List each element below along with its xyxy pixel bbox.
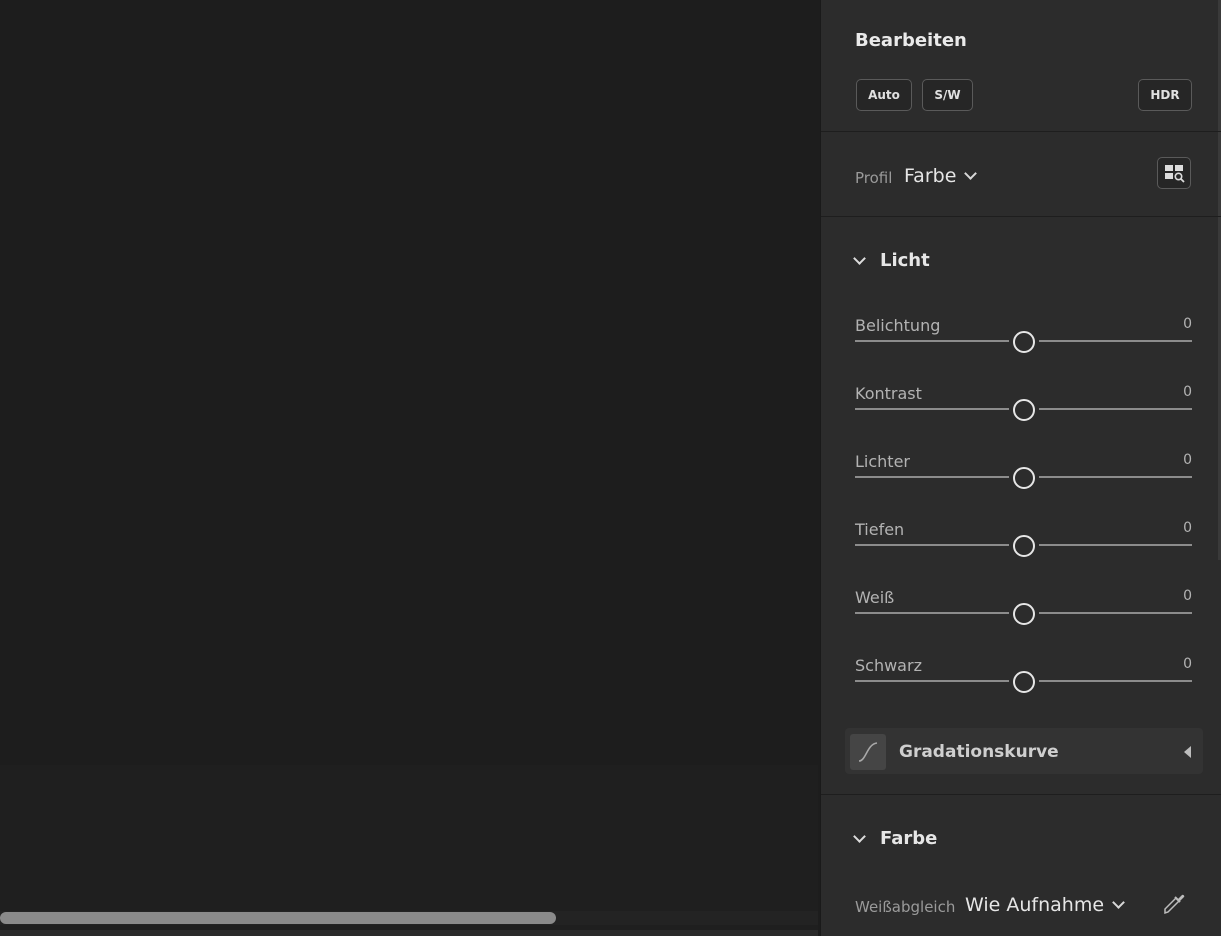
horizontal-scrollbar-thumb[interactable] <box>0 912 556 924</box>
eyedropper-icon[interactable] <box>1159 888 1189 918</box>
profile-dropdown[interactable]: Farbe <box>904 165 978 187</box>
slider-thumb[interactable] <box>1012 399 1035 421</box>
slider-label: Schwarz <box>855 656 922 675</box>
grid-search-icon <box>1165 165 1185 183</box>
tone-curve-label: Gradationskurve <box>899 742 1059 762</box>
auto-button[interactable]: Auto <box>856 79 912 111</box>
slider-value[interactable]: 0 <box>1183 316 1192 332</box>
slider-schwarz[interactable]: Schwarz 0 <box>855 656 1192 706</box>
color-section-title: Farbe <box>880 828 938 849</box>
slider-thumb[interactable] <box>1012 467 1035 489</box>
light-section <box>821 217 1221 795</box>
app-window: Bearbeiten Auto S/W HDR Profil Farbe Lic… <box>0 0 1221 936</box>
panel-title: Bearbeiten <box>855 30 967 51</box>
slider-thumb[interactable] <box>1012 331 1035 353</box>
slider-thumb[interactable] <box>1012 603 1035 625</box>
profile-browser-button[interactable] <box>1157 157 1191 189</box>
white-balance-dropdown[interactable]: Wie Aufnahme <box>965 894 1125 916</box>
slider-lichter[interactable]: Lichter 0 <box>855 452 1192 502</box>
slider-thumb[interactable] <box>1012 535 1035 557</box>
chevron-down-icon <box>964 167 978 180</box>
chevron-down-icon <box>1112 896 1125 909</box>
color-section-header[interactable]: Farbe <box>853 828 938 849</box>
slider-label: Tiefen <box>855 520 905 539</box>
slider-value[interactable]: 0 <box>1183 384 1192 400</box>
edit-header-section: Bearbeiten Auto S/W HDR <box>821 0 1221 132</box>
hdr-button[interactable]: HDR <box>1138 79 1192 111</box>
white-balance-label: Weißabgleich <box>855 898 956 916</box>
slider-value[interactable]: 0 <box>1183 452 1192 468</box>
slider-label: Kontrast <box>855 384 922 403</box>
slider-label: Belichtung <box>855 316 941 335</box>
light-section-title: Licht <box>880 250 930 271</box>
slider-kontrast[interactable]: Kontrast 0 <box>855 384 1192 434</box>
profile-label: Profil <box>855 169 893 187</box>
slider-value[interactable]: 0 <box>1183 656 1192 672</box>
slider-tiefen[interactable]: Tiefen 0 <box>855 520 1192 570</box>
light-section-header[interactable]: Licht <box>853 250 930 271</box>
slider-label: Weiß <box>855 588 895 607</box>
caret-left-icon <box>1184 746 1191 758</box>
tone-curve-row[interactable]: Gradationskurve <box>845 728 1203 774</box>
profile-value: Farbe <box>904 165 957 187</box>
tone-curve-icon <box>850 734 886 770</box>
slider-belichtung[interactable]: Belichtung 0 <box>855 316 1192 366</box>
chevron-down-icon <box>853 829 866 843</box>
slider-value[interactable]: 0 <box>1183 520 1192 536</box>
bw-button[interactable]: S/W <box>922 79 973 111</box>
edit-panel: Bearbeiten Auto S/W HDR Profil Farbe Lic… <box>820 0 1221 936</box>
white-balance-value: Wie Aufnahme <box>965 894 1105 916</box>
slider-label: Lichter <box>855 452 910 471</box>
chevron-down-icon <box>853 251 866 265</box>
slider-weiss[interactable]: Weiß 0 <box>855 588 1192 638</box>
canvas-bottom-bar <box>0 930 818 936</box>
slider-value[interactable]: 0 <box>1183 588 1192 604</box>
slider-thumb[interactable] <box>1012 671 1035 693</box>
